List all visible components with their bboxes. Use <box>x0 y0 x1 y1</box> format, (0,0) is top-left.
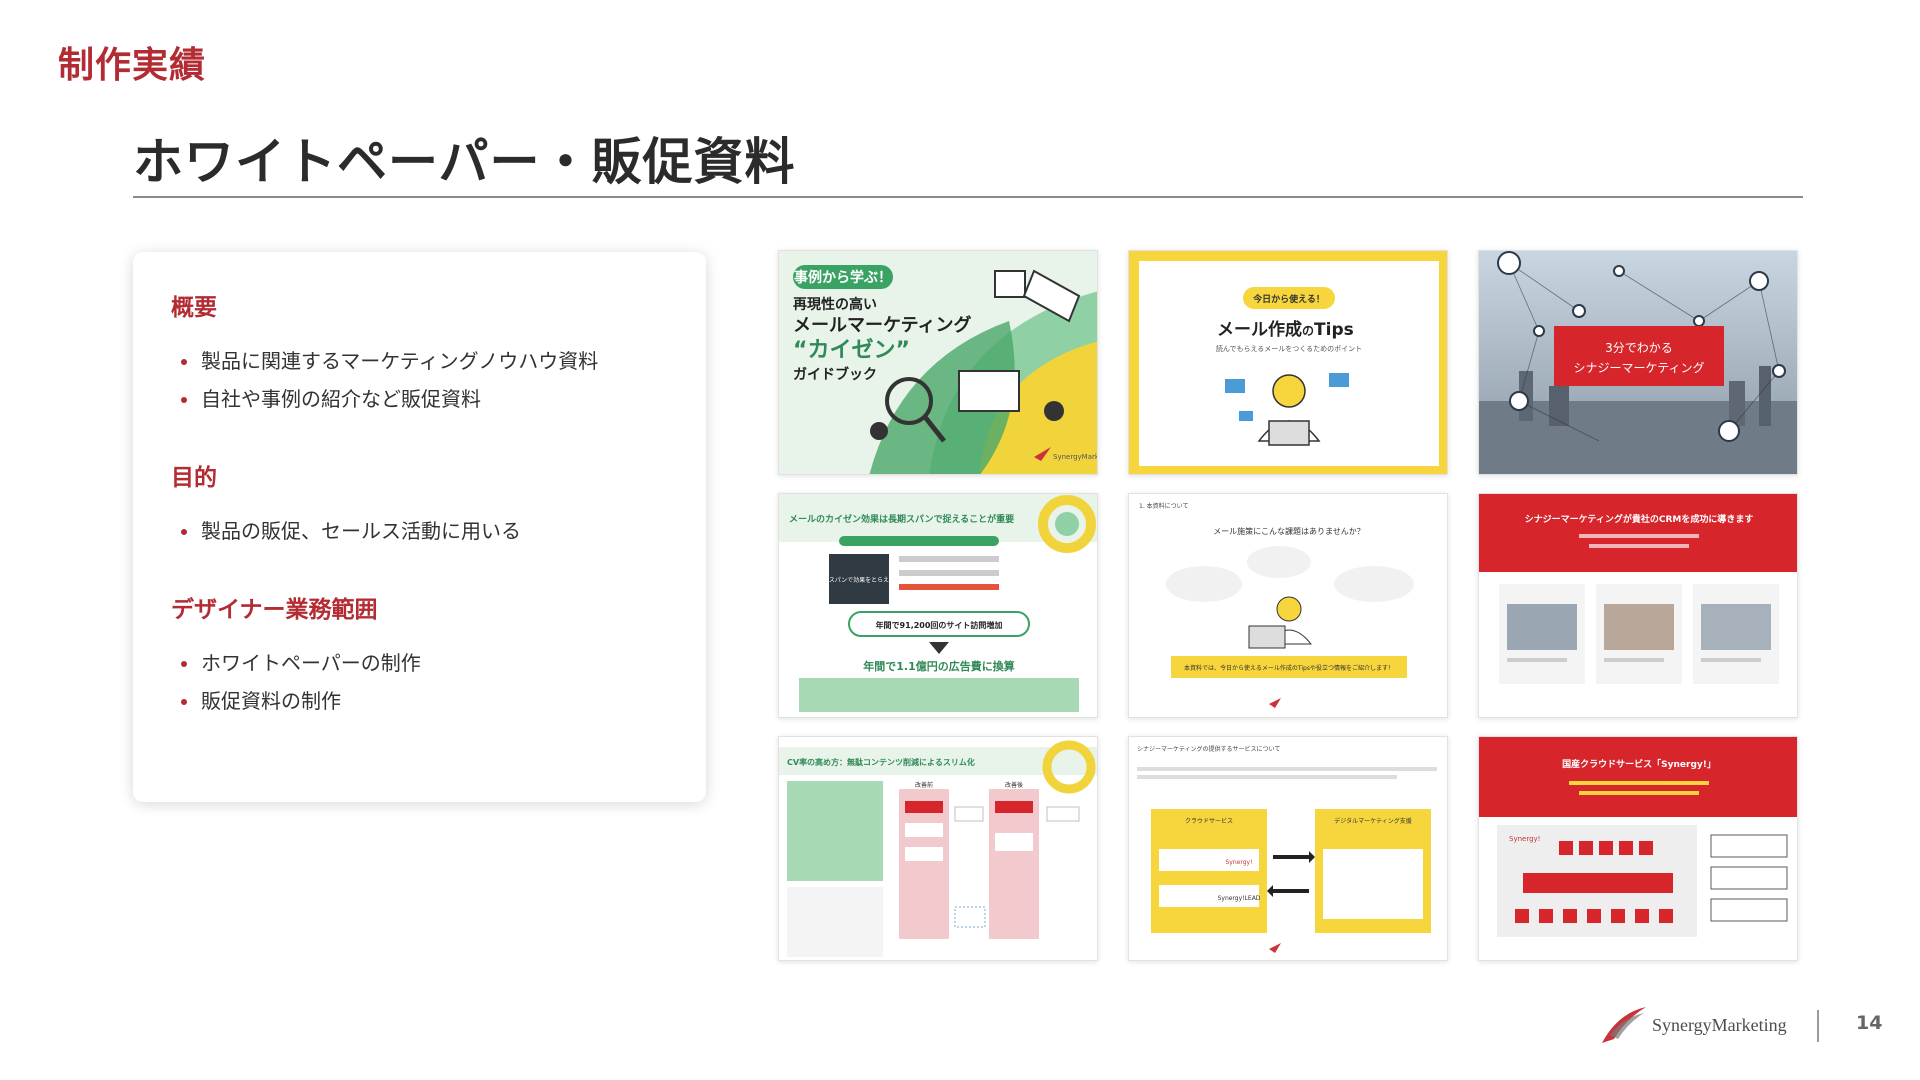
crm-title: シナジーマーケティングが貴社のCRMを成功に導きます <box>1525 513 1754 525</box>
list-item: 販促資料の制作 <box>171 682 668 720</box>
badge-text: 事例から学ぶ！ <box>794 269 892 286</box>
footer-logo-text: SynergyMarketing <box>1652 1014 1787 1035</box>
thumbnail-services[interactable]: シナジーマーケティングの提供するサービスについて クラウドサービス デジタルマー… <box>1128 736 1448 961</box>
list-item: 自社や事例の紹介など販促資料 <box>171 380 668 418</box>
cv-slim-art: CV率の高め方：無駄コンテンツ削減によるスリム化 改善前 改善後 <box>779 737 1097 960</box>
results-line-1: 年間で91,200回のサイト訪問増加 <box>876 620 1003 630</box>
issues-banner: 本資料では、今日から使えるメール作成のTipsや役立つ情報をご紹介します！ <box>1184 664 1394 672</box>
services-art: シナジーマーケティングの提供するサービスについて クラウドサービス デジタルマー… <box>1129 737 1447 960</box>
scope-list: ホワイトペーパーの制作 販促資料の制作 <box>171 644 668 720</box>
purpose-list: 製品の販促、セールス活動に用いる <box>171 512 668 550</box>
info-card: 概要 製品に関連するマーケティングノウハウ資料 自社や事例の紹介など販促資料 目… <box>133 252 706 802</box>
section-label: 制作実績 <box>58 45 207 86</box>
footer-divider <box>1817 1010 1819 1042</box>
mail-tips-art: 今日から使える！ メール作成のTips 読んでもらえるメールをつくるためのポイン… <box>1129 251 1447 474</box>
banner-line-2: シナジーマーケティング <box>1573 361 1704 375</box>
list-item: ホワイトペーパーの制作 <box>171 644 668 682</box>
logo-a: Synergy! <box>1226 859 1253 866</box>
cloud-logo: Synergy! <box>1509 835 1540 843</box>
cover-line-1: 再現性の高い <box>793 296 877 313</box>
cover-line-4: ガイドブック <box>793 366 877 383</box>
synergy-cloud-art: 国産クラウドサービス「Synergy!」 Synergy! <box>1479 737 1797 960</box>
overview-heading: 概要 <box>171 295 217 321</box>
footer-logo: SynergyMarketing <box>1600 1005 1787 1045</box>
results-box: 長期スパンで効果をとらえた例 <box>817 576 901 584</box>
tips-subtitle: 読んでもらえるメールをつくるためのポイント <box>1216 344 1362 353</box>
cover-line-2: メールマーケティング <box>793 314 972 336</box>
logo-b: Synergy!LEAD <box>1218 895 1261 902</box>
list-item: 製品に関連するマーケティングノウハウ資料 <box>171 342 668 380</box>
before-label: 改善前 <box>915 781 933 789</box>
after-label: 改善後 <box>1005 781 1023 789</box>
overview-list: 製品に関連するマーケティングノウハウ資料 自社や事例の紹介など販促資料 <box>171 342 668 418</box>
tips-title: メール作成のTips <box>1217 319 1354 340</box>
purpose-section: 目的 製品の販促、セールス活動に用いる <box>171 458 668 550</box>
thumbnail-synergy-cloud[interactable]: 国産クラウドサービス「Synergy!」 Synergy! <box>1478 736 1798 961</box>
scope-section: デザイナー業務範囲 ホワイトペーパーの制作 販促資料の制作 <box>171 590 668 720</box>
banner-line-1: 3分でわかる <box>1605 341 1673 355</box>
overview-section: 概要 製品に関連するマーケティングノウハウ資料 自社や事例の紹介など販促資料 <box>171 288 668 418</box>
issues-question: メール施策にこんな課題はありませんか？ <box>1213 526 1365 536</box>
results-title: メールのカイゼン効果は長期スパンで捉えることが重要 <box>789 513 1014 525</box>
mail-issues-art: 1. 本資料について メール施策にこんな課題はありませんか？ 本資料では、今日か… <box>1129 494 1447 717</box>
kaizen-results-art: メールのカイゼン効果は長期スパンで捉えることが重要 長期スパンで効果をとらえた例… <box>779 494 1097 717</box>
synergy-logo-icon <box>1602 1007 1646 1043</box>
cv-title: CV率の高め方：無駄コンテンツ削減によるスリム化 <box>787 757 975 767</box>
scope-heading: デザイナー業務範囲 <box>171 597 378 623</box>
thumbnail-mail-issues[interactable]: 1. 本資料について メール施策にこんな課題はありませんか？ 本資料では、今日か… <box>1128 493 1448 718</box>
cover-line-3: “カイゼン” <box>793 338 910 363</box>
thumbnail-kaizen-guidebook[interactable]: 事例から学ぶ！ 再現性の高い メールマーケティング “カイゼン” ガイドブック … <box>778 250 1098 475</box>
city-network-art: 3分でわかる シナジーマーケティング <box>1479 251 1797 474</box>
list-item: 製品の販促、セールス活動に用いる <box>171 512 668 550</box>
thumbnail-crm-success[interactable]: シナジーマーケティングが貴社のCRMを成功に導きます <box>1478 493 1798 718</box>
thumbnail-mail-tips[interactable]: 今日から使える！ メール作成のTips 読んでもらえるメールをつくるためのポイン… <box>1128 250 1448 475</box>
issues-header: 1. 本資料について <box>1139 502 1188 510</box>
title-divider <box>133 196 1803 198</box>
services-header: シナジーマーケティングの提供するサービスについて <box>1137 745 1280 753</box>
badge-text: 今日から使える！ <box>1252 293 1325 305</box>
results-line-2: 年間で1.1億円の広告費に換算 <box>863 659 1015 673</box>
thumbnail-cv-slim[interactable]: CV率の高め方：無駄コンテンツ削減によるスリム化 改善前 改善後 <box>778 736 1098 961</box>
thumbnail-kaizen-results[interactable]: メールのカイゼン効果は長期スパンで捉えることが重要 長期スパンで効果をとらえた例… <box>778 493 1098 718</box>
cloud-title: 国産クラウドサービス「Synergy!」 <box>1562 758 1716 770</box>
page-title: ホワイトペーパー・販促資料 <box>133 133 796 191</box>
services-left: クラウドサービス <box>1185 817 1233 825</box>
cover-logo: SynergyMarketing <box>1053 453 1098 461</box>
crm-success-art: シナジーマーケティングが貴社のCRMを成功に導きます <box>1479 494 1797 717</box>
services-right: デジタルマーケティング支援 <box>1334 817 1411 825</box>
purpose-heading: 目的 <box>171 465 217 491</box>
kaizen-cover-art: 事例から学ぶ！ 再現性の高い メールマーケティング “カイゼン” ガイドブック … <box>779 251 1098 474</box>
thumbnail-3min-synergy[interactable]: 3分でわかる シナジーマーケティング <box>1478 250 1798 475</box>
page-number: 14 <box>1856 1012 1883 1034</box>
